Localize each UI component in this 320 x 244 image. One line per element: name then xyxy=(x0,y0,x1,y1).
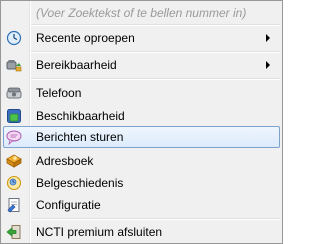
exit-icon xyxy=(6,224,22,240)
menu-item-label: Belgeschiedenis xyxy=(36,176,124,190)
configuration-icon xyxy=(6,197,22,213)
chat-bubble-icon xyxy=(6,129,22,145)
menu-item-address-book[interactable]: Adresboek xyxy=(3,150,280,172)
menu-item-configuration[interactable]: Configuratie xyxy=(3,194,280,216)
search-placeholder: (Voer Zoektekst of te bellen nummer in) xyxy=(36,6,247,20)
phone-forward-icon xyxy=(6,57,22,73)
submenu-arrow-icon xyxy=(266,61,270,69)
menu-item-label: Configuratie xyxy=(36,198,101,212)
clock-icon xyxy=(6,30,22,46)
menu-item-call-history[interactable]: Belgeschiedenis xyxy=(3,172,280,194)
menu-item-phone[interactable]: Telefoon xyxy=(3,82,280,104)
menu-item-label: Beschikbaarheid xyxy=(36,109,125,123)
menu-item-send-messages[interactable]: Berichten sturen xyxy=(3,126,280,148)
call-history-icon xyxy=(6,175,22,191)
menu-separator xyxy=(31,24,280,25)
menu-item-label: Telefoon xyxy=(36,86,82,100)
menu-item-recent-calls[interactable]: Recente oproepen xyxy=(3,27,280,49)
submenu-arrow-icon xyxy=(266,34,270,42)
menu-separator xyxy=(31,78,280,79)
menu-separator xyxy=(31,218,280,219)
presence-icon xyxy=(6,108,22,124)
address-book-icon xyxy=(6,153,22,169)
menu-item-availability[interactable]: Bereikbaarheid xyxy=(3,54,280,76)
menu-item-label: Bereikbaarheid xyxy=(36,58,117,72)
menu-item-label: NCTI premium afsluiten xyxy=(36,225,163,239)
menu-item-label: Berichten sturen xyxy=(36,130,124,144)
menu-separator xyxy=(31,51,280,52)
menu-item-label: Recente oproepen xyxy=(36,31,135,45)
search-input[interactable]: (Voer Zoektekst of te bellen nummer in) xyxy=(30,2,281,24)
telephone-icon xyxy=(6,85,22,101)
menu-item-exit[interactable]: NCTI premium afsluiten xyxy=(3,221,280,243)
menu-item-presence[interactable]: Beschikbaarheid xyxy=(3,105,280,127)
context-menu: (Voer Zoektekst of te bellen nummer in) … xyxy=(0,0,283,244)
menu-item-label: Adresboek xyxy=(36,154,94,168)
